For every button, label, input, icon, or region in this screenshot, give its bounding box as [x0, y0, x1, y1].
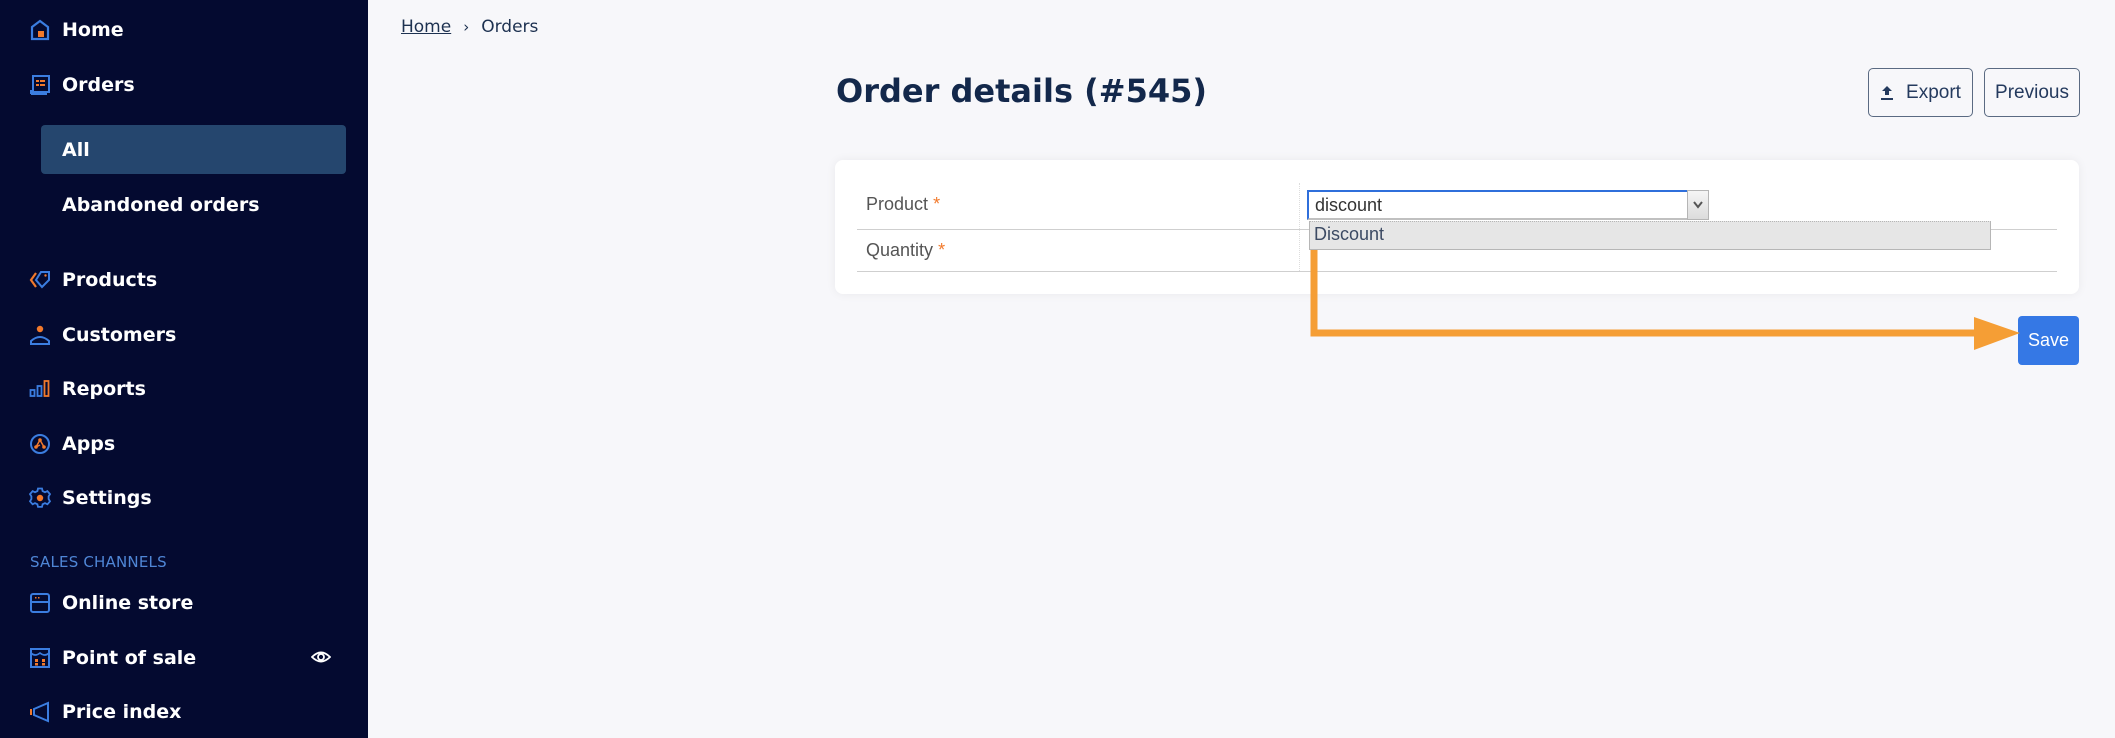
tag-icon — [28, 268, 52, 292]
quantity-label: Quantity * — [866, 240, 945, 261]
required-marker: * — [938, 240, 946, 260]
bar-chart-icon — [28, 377, 52, 401]
sidebar-item-reports[interactable]: Reports — [28, 374, 146, 404]
sidebar-item-label: Price index — [62, 701, 182, 723]
sidebar-item-label: Reports — [62, 378, 146, 400]
sidebar-item-label: Apps — [62, 433, 116, 455]
sidebar-subitem-label: All — [62, 138, 90, 161]
home-icon — [28, 18, 52, 42]
save-button[interactable]: Save — [2018, 316, 2079, 365]
upload-icon — [1881, 85, 1894, 100]
previous-button[interactable]: Previous — [1984, 68, 2080, 117]
sidebar-item-point-of-sale[interactable]: Point of sale — [28, 643, 196, 673]
sidebar-item-products[interactable]: Products — [28, 265, 157, 295]
export-button[interactable]: Export — [1868, 68, 1973, 117]
product-dropdown-button[interactable] — [1687, 190, 1709, 220]
megaphone-icon — [28, 700, 52, 724]
sidebar: Home Orders All Abandoned orders Product… — [0, 0, 368, 738]
product-combobox[interactable] — [1307, 190, 1711, 220]
sidebar-item-label: Customers — [62, 324, 177, 346]
sidebar-item-label: Settings — [62, 487, 152, 509]
apps-icon — [28, 432, 52, 456]
gear-icon — [28, 486, 52, 510]
sidebar-subitem-label: Abandoned orders — [62, 193, 260, 216]
sidebar-subitem-all[interactable]: All — [41, 125, 346, 174]
sidebar-item-label: Point of sale — [62, 647, 197, 669]
sidebar-item-customers[interactable]: Customers — [28, 320, 176, 350]
sidebar-item-orders[interactable]: Orders — [28, 70, 135, 100]
breadcrumb-current: Orders — [481, 17, 539, 37]
sidebar-item-label: Orders — [62, 74, 135, 96]
breadcrumb-separator-icon: › — [463, 18, 470, 36]
export-label: Export — [1906, 81, 1961, 103]
quantity-label-text: Quantity — [866, 240, 934, 260]
store-icon — [28, 591, 52, 615]
sidebar-item-home[interactable]: Home — [28, 15, 124, 45]
sidebar-item-online-store[interactable]: Online store — [28, 588, 193, 618]
product-label: Product * — [866, 194, 940, 215]
sidebar-item-apps[interactable]: Apps — [28, 429, 115, 459]
row-divider — [857, 271, 2057, 272]
page-title: Order details (#545) — [836, 72, 1207, 110]
sidebar-subitem-abandoned-orders[interactable]: Abandoned orders — [41, 180, 346, 229]
orders-icon — [28, 73, 52, 97]
chevron-down-icon — [1693, 201, 1703, 209]
sidebar-item-label: Home — [62, 19, 124, 41]
breadcrumb-home-link[interactable]: Home — [401, 17, 451, 37]
dropdown-option-discount[interactable]: Discount — [1309, 221, 1991, 250]
required-marker: * — [933, 194, 941, 214]
person-icon — [28, 323, 52, 347]
sidebar-item-price-index[interactable]: Price index — [28, 697, 181, 727]
eye-icon[interactable] — [310, 647, 332, 667]
column-divider — [1299, 183, 1300, 271]
sidebar-item-label: Products — [62, 269, 158, 291]
sidebar-item-label: Online store — [62, 592, 194, 614]
product-label-text: Product — [866, 194, 929, 214]
sidebar-item-settings[interactable]: Settings — [28, 483, 152, 513]
pos-icon — [28, 646, 52, 670]
annotation-arrow-head — [1974, 317, 2020, 350]
product-input[interactable] — [1307, 190, 1687, 220]
sales-channels-heading: SALES CHANNELS — [30, 553, 167, 571]
breadcrumb: Home › Orders — [401, 17, 538, 37]
